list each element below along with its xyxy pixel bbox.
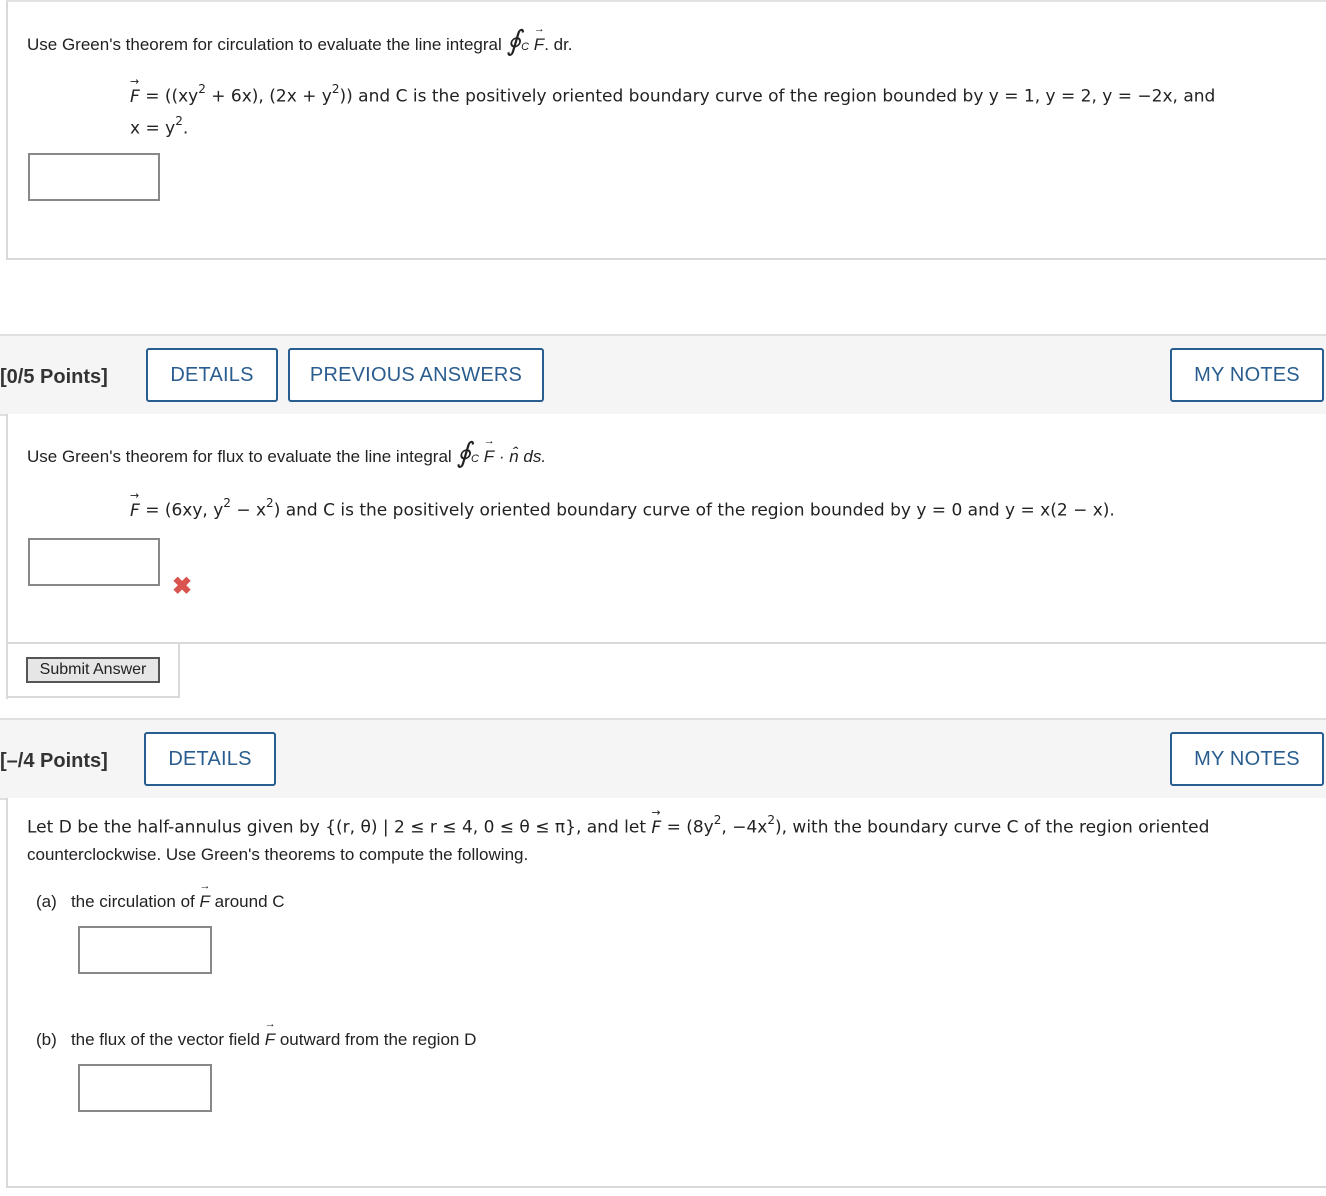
question-3-header: [–/4 Points] DETAILS MY NOTES xyxy=(0,718,1326,800)
contour-integral-icon: ∮ xyxy=(506,24,522,57)
q1-intro: Use Green's theorem for circulation to e… xyxy=(27,23,573,57)
q1-field-definition-line2: x = y2. xyxy=(130,114,189,139)
q2-answer-input[interactable] xyxy=(28,538,160,586)
q3-details-button[interactable]: DETAILS xyxy=(144,732,276,786)
q3-points: [–/4 Points] xyxy=(0,750,108,772)
submit-answer-button[interactable]: Submit Answer xyxy=(26,657,160,683)
q3-my-notes-button[interactable]: MY NOTES xyxy=(1170,732,1324,786)
contour-integral-icon: ∮ xyxy=(456,436,472,469)
q2-points: [0/5 Points] xyxy=(0,366,108,388)
q2-intro: Use Green's theorem for flux to evaluate… xyxy=(27,435,546,469)
q3-part-b: (b) the flux of the vector field F outwa… xyxy=(36,1018,476,1050)
q2-field-definition: F = (6xy, y2 − x2) and C is the positive… xyxy=(130,489,1115,521)
q3-part-a: (a) the circulation of F around C xyxy=(36,880,285,912)
q1-answer-input[interactable] xyxy=(28,153,160,201)
question-2-header: [0/5 Points] DETAILS PREVIOUS ANSWERS MY… xyxy=(0,334,1326,416)
q1-field-definition: F = ((xy2 + 6x), (2x + y2)) and C is the… xyxy=(130,75,1215,107)
q2-my-notes-button[interactable]: MY NOTES xyxy=(1170,348,1324,402)
incorrect-x-icon: ✖ xyxy=(172,573,193,600)
divider xyxy=(178,642,1326,644)
q2-details-button[interactable]: DETAILS xyxy=(146,348,278,402)
q3-line-1: Let D be the half-annulus given by {(r, … xyxy=(27,806,1209,838)
q3-part-a-answer-input[interactable] xyxy=(78,926,212,974)
q3-part-b-answer-input[interactable] xyxy=(78,1064,212,1112)
q2-previous-answers-button[interactable]: PREVIOUS ANSWERS xyxy=(288,348,544,402)
q3-line-2: counterclockwise. Use Green's theorems t… xyxy=(27,845,529,864)
